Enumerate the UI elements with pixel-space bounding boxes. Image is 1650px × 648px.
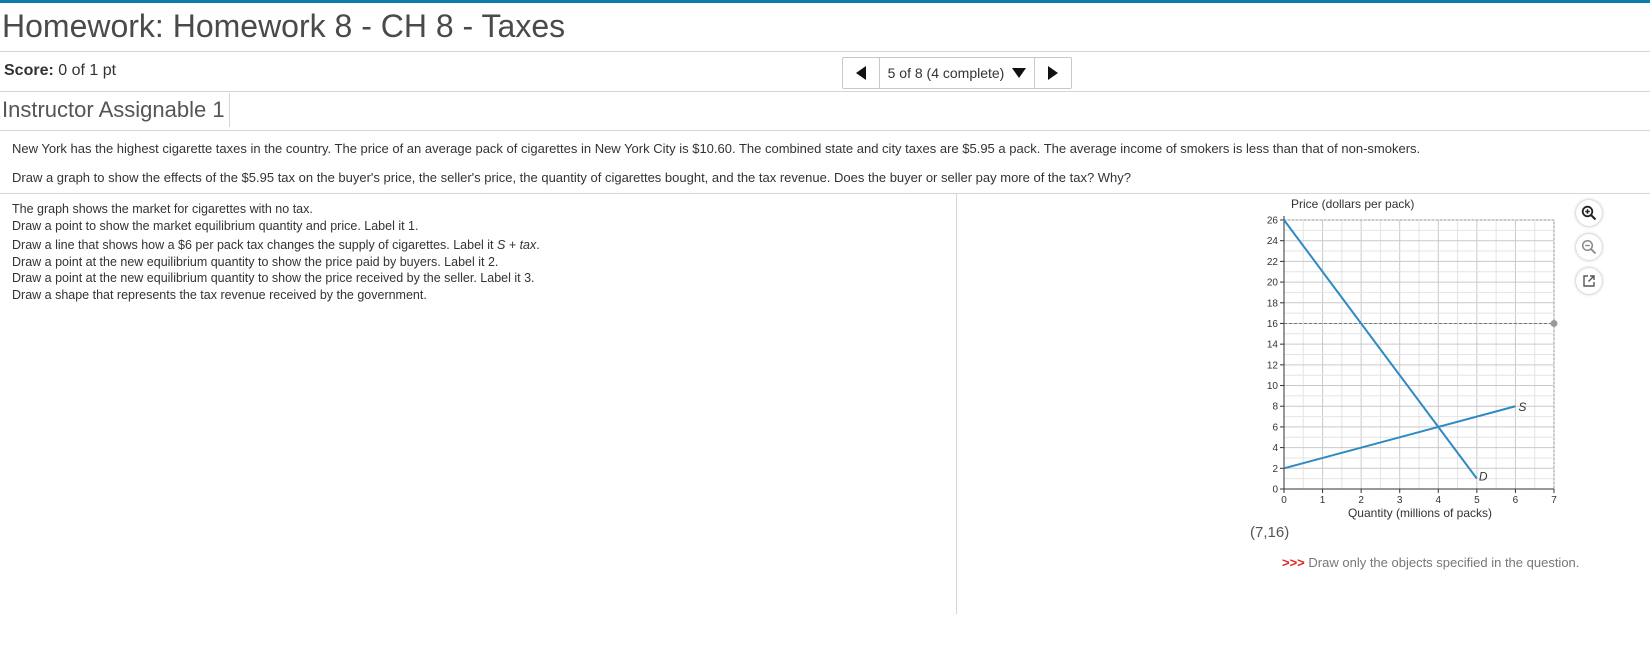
x-tick-label: 1 (1320, 495, 1326, 506)
cursor-point (1550, 319, 1558, 327)
x-tick-label: 5 (1474, 495, 1480, 506)
y-tick-label: 0 (1272, 485, 1278, 496)
score-display: Score: 0 of 1 pt (4, 62, 116, 80)
hint-text: Draw only the objects specified in the q… (1308, 555, 1580, 570)
instruction-line: The graph shows the market for cigarette… (12, 202, 313, 216)
series-layer: DS (1283, 219, 1558, 484)
y-tick-label: 2 (1272, 464, 1278, 475)
zoom-out-button[interactable] (1576, 234, 1602, 260)
panel-divider (956, 194, 957, 614)
instruction-line: Draw a shape that represents the tax rev… (12, 287, 427, 302)
triangle-left-icon (856, 66, 866, 80)
y-tick-label: 8 (1272, 402, 1278, 413)
assignment-tab[interactable]: Instructor Assignable 1 (0, 93, 230, 127)
popout-icon (1583, 275, 1595, 287)
divider (0, 193, 1650, 194)
instructions-panel: The graph shows the market for cigarette… (12, 201, 540, 303)
supply-demand-graph[interactable]: 024681012141618202224260 1 2 3 4 5 6 7 DS Price… (1240, 196, 1570, 526)
curve-label-s: S (1518, 400, 1526, 414)
next-question-button[interactable] (1034, 58, 1071, 88)
page-title: Homework: Homework 8 - CH 8 - Taxes (2, 8, 566, 44)
x-tick-label: 2 (1358, 495, 1364, 506)
x-tick-label: 7 (1551, 495, 1557, 506)
y-tick-label: 24 (1267, 236, 1279, 247)
instruction-text: . (536, 238, 540, 252)
divider (0, 130, 1650, 131)
question-paragraph: Draw a graph to show the effects of the … (12, 170, 1132, 185)
triangle-right-icon (1048, 66, 1058, 80)
divider (0, 91, 1650, 92)
y-tick-label: 10 (1267, 381, 1279, 392)
coordinate-readout: (7,16) (1250, 524, 1290, 541)
axes: 024681012141618202224260 1 2 3 4 5 6 7 (1267, 216, 1557, 507)
instruction-line: Draw a point at the new equilibrium quan… (12, 271, 535, 285)
divider (0, 51, 1650, 52)
y-tick-label: 14 (1267, 340, 1279, 351)
y-tick-label: 12 (1267, 360, 1279, 371)
y-tick-label: 6 (1272, 422, 1278, 433)
y-tick-label: 18 (1267, 298, 1279, 309)
y-tick-label: 20 (1267, 278, 1279, 289)
question-navigator: 5 of 8 (4 complete) (842, 57, 1072, 89)
previous-question-button[interactable] (843, 58, 880, 88)
x-tick-label: 0 (1281, 495, 1287, 506)
score-label: Score: (4, 62, 54, 79)
question-progress-dropdown[interactable]: 5 of 8 (4 complete) (880, 58, 1034, 88)
y-tick-label: 22 (1267, 257, 1279, 268)
instruction-line: Draw a point to show the market equilibr… (12, 218, 419, 233)
x-tick-label: 3 (1397, 495, 1403, 506)
y-tick-label: 4 (1272, 443, 1278, 454)
instruction-line: Draw a point at the new equilibrium quan… (12, 254, 499, 269)
instruction-line: Draw a line that shows how a $6 per pack… (12, 237, 540, 254)
triangle-down-icon (1012, 68, 1027, 78)
x-tick-label: 6 (1513, 495, 1519, 506)
zoom-out-icon (1581, 239, 1597, 255)
zoom-in-button[interactable] (1576, 200, 1602, 226)
hint-message: >>> Draw only the objects specified in t… (1282, 555, 1579, 570)
grid (1283, 219, 1555, 490)
hint-arrows: >>> (1282, 555, 1305, 570)
y-tick-label: 26 (1267, 216, 1279, 227)
y-tick-label: 16 (1267, 319, 1279, 330)
question-progress-label: 5 of 8 (4 complete) (887, 65, 1005, 81)
score-value: 0 of 1 pt (58, 62, 117, 79)
curve-label-d: D (1479, 470, 1488, 484)
x-axis-label: Quantity (millions of packs) (1348, 506, 1492, 520)
instruction-text: Draw a line that shows how a $6 per pack… (12, 238, 497, 252)
question-paragraph: New York has the highest cigarette taxes… (12, 141, 1421, 156)
y-axis-label: Price (dollars per pack) (1291, 197, 1414, 211)
x-tick-label: 4 (1436, 495, 1442, 506)
popout-button[interactable] (1576, 268, 1602, 294)
instruction-italic: S + tax (497, 238, 537, 252)
zoom-in-icon (1581, 205, 1597, 221)
top-accent-bar (0, 0, 1650, 3)
